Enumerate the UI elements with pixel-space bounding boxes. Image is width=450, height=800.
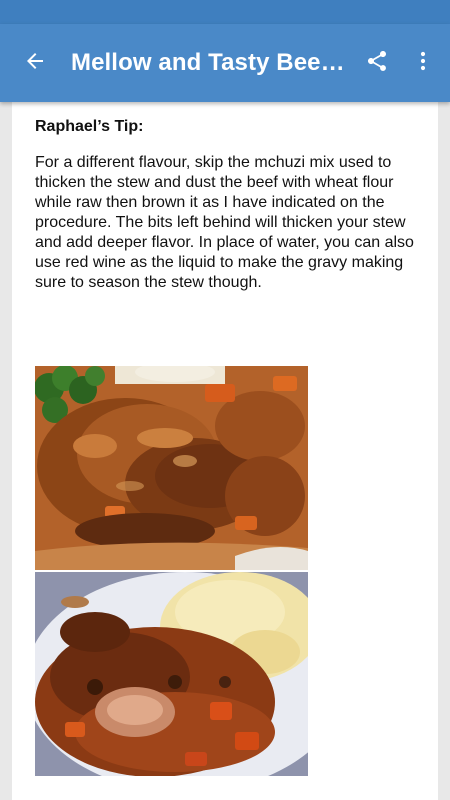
- app-toolbar: Mellow and Tasty Beef Stew: [0, 24, 450, 102]
- tip-body: For a different flavour, skip the mchuzi…: [35, 154, 414, 291]
- app-screen: Mellow and Tasty Beef Stew Raphael’s Tip…: [0, 0, 450, 800]
- back-button[interactable]: [7, 35, 63, 91]
- more-options-button[interactable]: [400, 35, 446, 91]
- status-bar: [0, 0, 450, 24]
- tip-heading: Raphael’s Tip:: [35, 118, 144, 135]
- stew-photo-1: [35, 366, 308, 570]
- article-content[interactable]: Raphael’s Tip: For a different flavour, …: [12, 102, 438, 800]
- more-vert-icon: [411, 49, 435, 78]
- page-title: Mellow and Tasty Beef Stew: [71, 49, 346, 76]
- stew-photo-2: [35, 572, 308, 776]
- share-button[interactable]: [354, 35, 400, 91]
- share-icon: [365, 49, 389, 78]
- arrow-left-icon: [23, 49, 47, 78]
